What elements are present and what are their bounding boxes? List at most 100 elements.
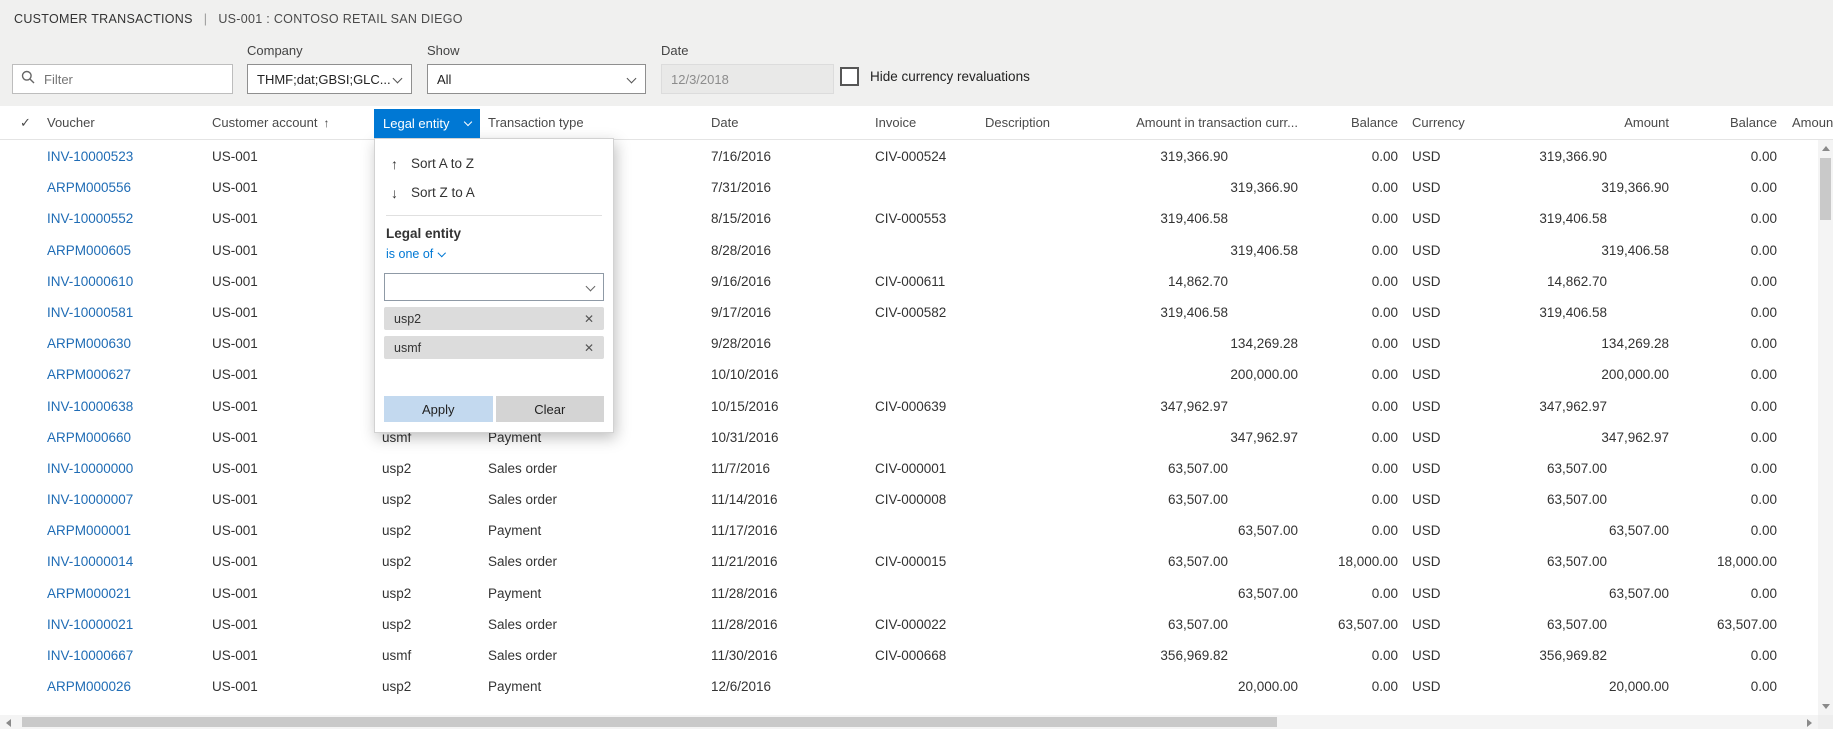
scroll-down-arrow-icon[interactable]	[1821, 704, 1830, 709]
scroll-right-arrow-icon[interactable]	[1807, 718, 1812, 727]
cell-customer-account: US-001	[212, 273, 258, 289]
table-row[interactable]: ARPM000660 US-001 usmf Payment 10/31/201…	[0, 422, 1818, 453]
cell-balance: 0.00	[1371, 585, 1398, 601]
filter-value-input[interactable]	[385, 274, 603, 300]
cell-date: 8/15/2016	[711, 211, 772, 227]
filter-tag-usp2[interactable]: usp2 ✕	[384, 307, 604, 330]
voucher-link[interactable]: INV-10000552	[47, 203, 202, 234]
voucher-link[interactable]: INV-10000007	[47, 484, 202, 515]
voucher-link[interactable]: INV-10000000	[47, 453, 202, 484]
column-header-amount-transaction-currency[interactable]: Amount in transaction curr...	[1100, 106, 1298, 140]
voucher-link[interactable]: ARPM000605	[47, 235, 202, 266]
legal-entity-chip-label: Legal entity	[383, 116, 450, 131]
apply-button[interactable]: Apply	[384, 396, 493, 422]
column-header-invoice[interactable]: Invoice	[875, 106, 990, 140]
voucher-link[interactable]: INV-10000021	[47, 609, 202, 640]
filter-operator-selector[interactable]: is one of	[386, 247, 446, 261]
sort-a-to-z-item[interactable]: ↑ Sort A to Z	[384, 149, 604, 178]
column-header-balance[interactable]: Balance	[1298, 106, 1398, 140]
voucher-link[interactable]: ARPM000021	[47, 578, 202, 609]
table-row[interactable]: ARPM000001 US-001 usp2 Payment 11/17/201…	[0, 515, 1818, 546]
show-dropdown[interactable]: All	[427, 64, 646, 94]
cell-customer-account: US-001	[212, 367, 258, 383]
cell-currency: USD	[1412, 460, 1441, 476]
cell-invoice: CIV-000668	[875, 648, 947, 663]
voucher-link[interactable]: INV-10000667	[47, 640, 202, 671]
filter-input[interactable]	[42, 70, 224, 88]
voucher-link[interactable]: ARPM000627	[47, 359, 202, 390]
cell-customer-account: US-001	[212, 648, 258, 663]
voucher-link[interactable]: INV-10000638	[47, 391, 202, 422]
table-row[interactable]: INV-10000610 US-001 9/16/2016 CIV-000611…	[0, 266, 1818, 297]
sort-z-to-a-item[interactable]: ↓ Sort Z to A	[384, 178, 604, 207]
cell-amount-transaction-currency: 319,406.58	[1160, 304, 1228, 320]
column-header-voucher[interactable]: Voucher	[47, 106, 202, 140]
voucher-link[interactable]: ARPM000026	[47, 671, 202, 702]
horizontal-scrollbar[interactable]	[0, 715, 1818, 729]
cell-legal-entity: usp2	[382, 554, 412, 570]
column-header-amount[interactable]: Amount	[1489, 106, 1669, 140]
cell-customer-account: US-001	[212, 554, 258, 570]
table-row[interactable]: ARPM000627 US-001 10/10/2016 200,000.00 …	[0, 359, 1818, 390]
table-row[interactable]: INV-10000667 US-001 usmf Sales order 11/…	[0, 640, 1818, 671]
table-row[interactable]: ARPM000556 US-001 7/31/2016 319,366.90 0…	[0, 172, 1818, 203]
voucher-link[interactable]: ARPM000630	[47, 328, 202, 359]
vertical-scrollbar[interactable]	[1818, 140, 1833, 715]
column-header-legal-entity-filter-chip[interactable]: Legal entity	[374, 109, 480, 138]
table-row[interactable]: INV-10000523 US-001 7/16/2016 CIV-000524…	[0, 141, 1818, 172]
cell-invoice	[875, 578, 990, 609]
voucher-link[interactable]: INV-10000014	[47, 546, 202, 577]
remove-tag-icon[interactable]: ✕	[584, 341, 594, 355]
column-header-currency[interactable]: Currency	[1412, 106, 1482, 140]
table-row[interactable]: ARPM000630 US-001 9/28/2016 134,269.28 0…	[0, 328, 1818, 359]
show-value: All	[437, 71, 452, 87]
vertical-scrollbar-thumb[interactable]	[1820, 158, 1831, 220]
horizontal-scrollbar-thumb[interactable]	[22, 717, 1277, 727]
company-dropdown[interactable]: THMF;dat;GBSI;GLC...	[247, 64, 412, 94]
remove-tag-icon[interactable]: ✕	[584, 312, 594, 326]
cell-balance: 0.00	[1371, 429, 1398, 445]
table-row[interactable]: INV-10000007 US-001 usp2 Sales order 11/…	[0, 484, 1818, 515]
cell-amount: 63,507.00	[1546, 554, 1607, 570]
table-row[interactable]: INV-10000000 US-001 usp2 Sales order 11/…	[0, 453, 1818, 484]
table-row[interactable]: ARPM000021 US-001 usp2 Payment 11/28/201…	[0, 578, 1818, 609]
table-row[interactable]: INV-10000581 US-001 9/17/2016 CIV-000582…	[0, 297, 1818, 328]
cell-legal-entity: usp2	[382, 492, 412, 508]
filter-value-combobox[interactable]	[384, 273, 604, 301]
voucher-link[interactable]: ARPM000001	[47, 515, 202, 546]
cell-amount-transaction-currency: 319,366.90	[1230, 180, 1298, 196]
cell-legal-entity: usp2	[382, 523, 412, 539]
table-row[interactable]: INV-10000021 US-001 usp2 Sales order 11/…	[0, 609, 1818, 640]
scroll-up-arrow-icon[interactable]	[1821, 146, 1830, 151]
voucher-link[interactable]: ARPM000660	[47, 422, 202, 453]
voucher-link[interactable]: INV-10000610	[47, 266, 202, 297]
select-all-checkmark[interactable]: ✓	[20, 106, 44, 140]
column-header-transaction-type[interactable]: Transaction type	[488, 106, 688, 140]
cell-legal-entity: usp2	[382, 616, 412, 632]
column-header-date[interactable]: Date	[711, 106, 861, 140]
cell-currency: USD	[1412, 273, 1441, 289]
clear-button[interactable]: Clear	[495, 396, 604, 422]
quick-filter[interactable]	[12, 64, 233, 94]
column-header-amount-2[interactable]: Amount	[1792, 106, 1833, 140]
cell-currency: USD	[1412, 679, 1441, 695]
cell-customer-account: US-001	[212, 429, 258, 445]
table-row[interactable]: ARPM000605 US-001 8/28/2016 319,406.58 0…	[0, 235, 1818, 266]
chevron-down-icon	[463, 117, 473, 127]
cell-balance: 0.00	[1371, 304, 1398, 320]
column-header-balance-2[interactable]: Balance	[1677, 106, 1777, 140]
table-row[interactable]: INV-10000014 US-001 usp2 Sales order 11/…	[0, 546, 1818, 577]
table-row[interactable]: INV-10000638 US-001 10/15/2016 CIV-00063…	[0, 391, 1818, 422]
column-header-customer-account[interactable]: Customer account ↑	[212, 106, 372, 140]
customer-account-header-label: Customer account	[212, 115, 318, 130]
cell-amount: 319,366.90	[1539, 149, 1607, 164]
voucher-link[interactable]: INV-10000581	[47, 297, 202, 328]
hide-revaluations-checkbox[interactable]	[840, 67, 859, 86]
cell-currency: USD	[1412, 242, 1441, 258]
table-row[interactable]: ARPM000026 US-001 usp2 Payment 12/6/2016…	[0, 671, 1818, 702]
voucher-link[interactable]: INV-10000523	[47, 141, 202, 172]
voucher-link[interactable]: ARPM000556	[47, 172, 202, 203]
scroll-left-arrow-icon[interactable]	[6, 718, 11, 727]
table-row[interactable]: INV-10000552 US-001 8/15/2016 CIV-000553…	[0, 203, 1818, 234]
filter-tag-usmf[interactable]: usmf ✕	[384, 336, 604, 359]
